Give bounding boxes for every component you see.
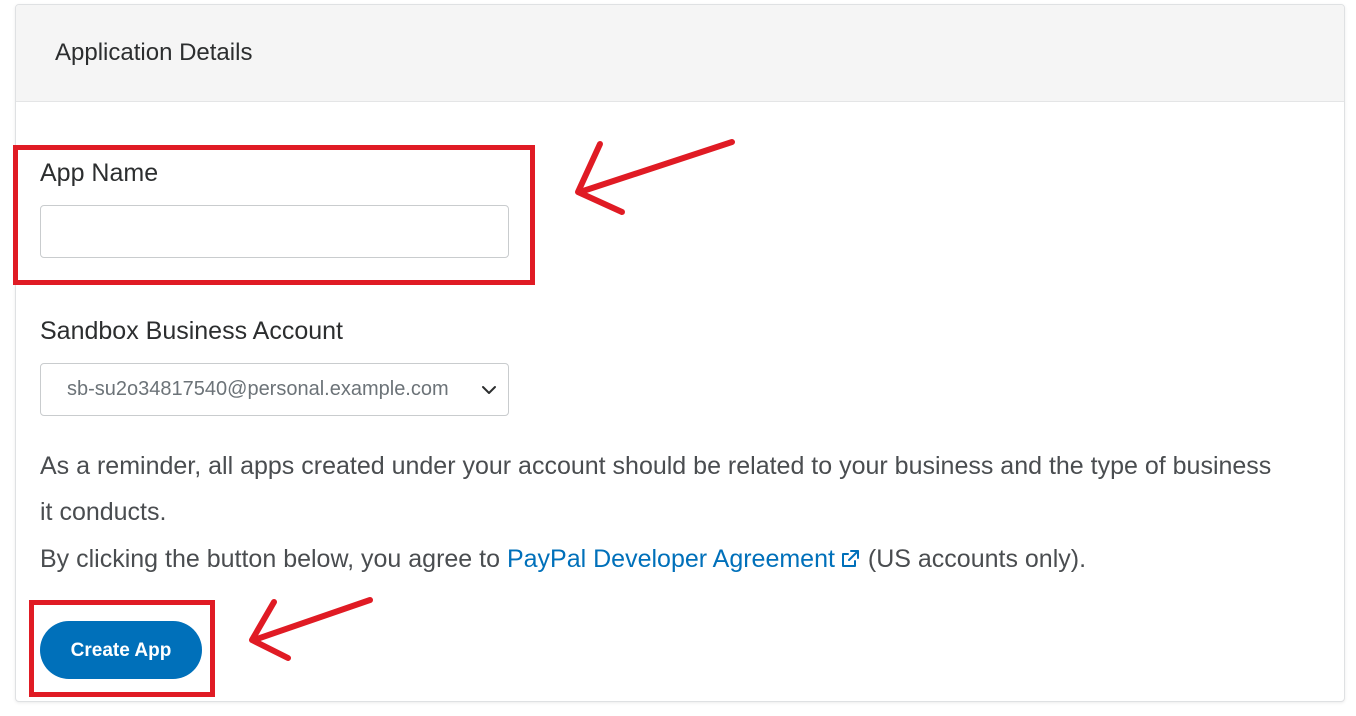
agreement-prefix: By clicking the button below, you agree … — [40, 545, 507, 573]
reminder-line-2: it conducts. — [40, 498, 167, 526]
card-header: Application Details — [16, 5, 1344, 102]
create-app-button[interactable]: Create App — [40, 621, 202, 679]
app-name-label: App Name — [40, 159, 159, 187]
sandbox-account-label: Sandbox Business Account — [40, 317, 343, 345]
application-details-card: Application Details — [15, 4, 1345, 702]
app-name-input[interactable] — [40, 205, 509, 258]
card-title: Application Details — [55, 39, 253, 66]
agreement-text: By clicking the button below, you agree … — [40, 536, 1086, 582]
reminder-line-1: As a reminder, all apps created under yo… — [40, 452, 1272, 480]
sandbox-account-select[interactable]: sb-su2o34817540@personal.example.com — [40, 363, 509, 416]
sandbox-account-selected-value: sb-su2o34817540@personal.example.com — [67, 378, 449, 400]
agreement-suffix: (US accounts only). — [860, 545, 1087, 573]
developer-agreement-link-label: PayPal Developer Agreement — [506, 545, 835, 573]
developer-agreement-link[interactable]: PayPal Developer Agreement — [507, 545, 861, 573]
external-link-icon — [841, 550, 859, 567]
chevron-down-icon — [482, 386, 496, 394]
